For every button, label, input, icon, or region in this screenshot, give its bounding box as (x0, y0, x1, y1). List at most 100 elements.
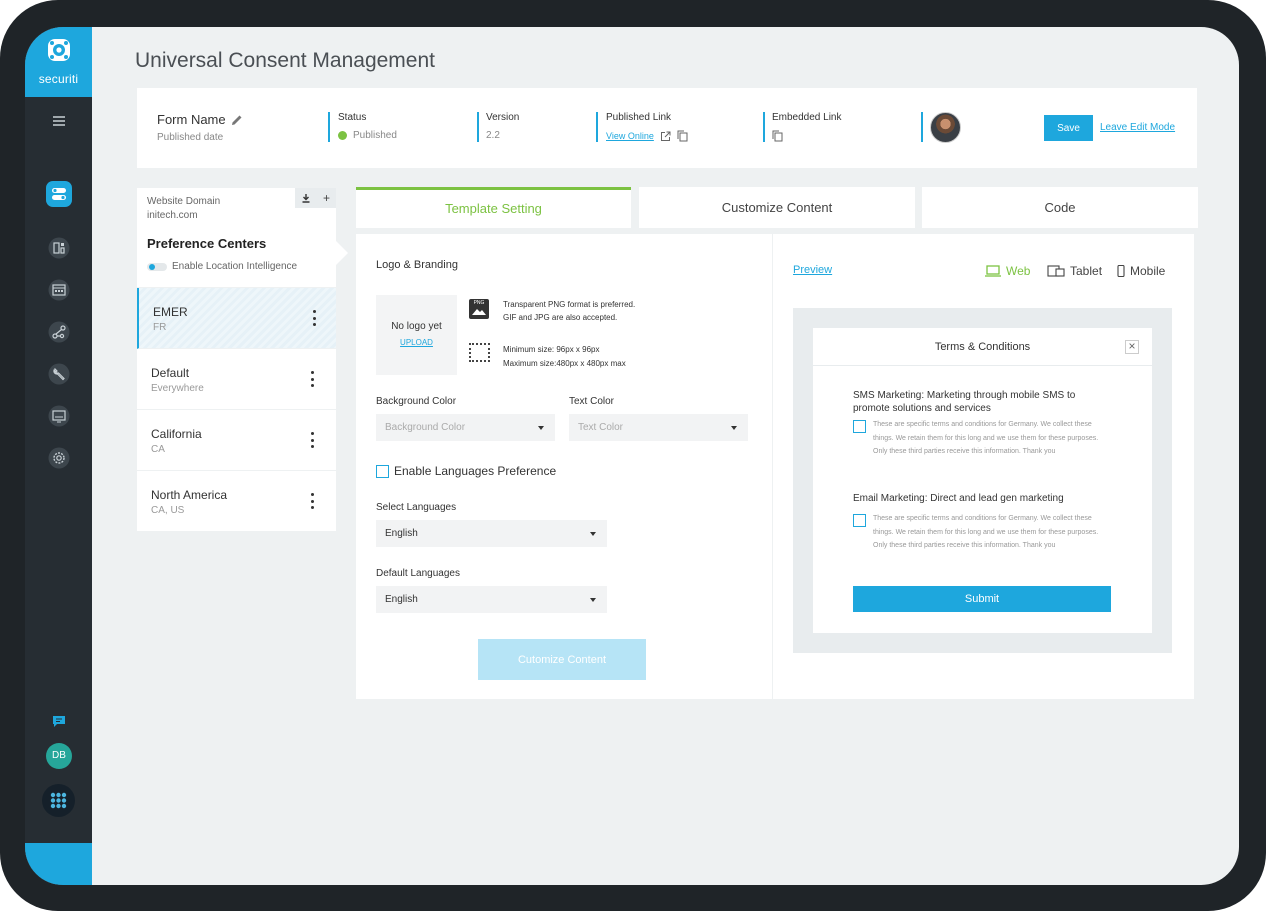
modal-header: Terms & Conditions × (813, 328, 1152, 366)
kebab-menu-icon[interactable] (313, 310, 317, 326)
text-color-select[interactable]: Text Color (569, 414, 748, 441)
toggle-settings-icon[interactable] (46, 181, 72, 207)
text-color-label: Text Color (569, 396, 615, 407)
mobile-icon (1117, 265, 1125, 277)
calendar-grid-icon[interactable] (48, 279, 70, 301)
status-value: Published (353, 130, 397, 141)
background-color-select[interactable]: Background Color (376, 414, 555, 441)
default-languages-select[interactable]: English (376, 586, 607, 613)
customize-content-button[interactable]: Cutomize Content (478, 639, 646, 680)
size-hint-1: Minimum size: 96px x 96px (503, 345, 600, 354)
background-color-label: Background Color (376, 396, 457, 407)
consent-text: These are specific terms and conditions … (873, 515, 1099, 549)
template-settings-panel: Logo & Branding No logo yet UPLOAD PNG T… (356, 234, 1194, 699)
preference-centers-panel: Website Domain initech.com + Preference … (137, 188, 348, 535)
text-color-placeholder: Text Color (578, 422, 624, 433)
device-tablet-label: Tablet (1070, 264, 1103, 278)
device-tablet-option[interactable]: Tablet (1047, 264, 1102, 278)
logo-dropzone[interactable]: No logo yet UPLOAD (376, 295, 457, 375)
sidebar: securiti DB (25, 27, 92, 885)
enable-languages-label: Enable Languages Preference (394, 464, 557, 478)
pencil-icon[interactable] (231, 114, 243, 126)
wrench-icon[interactable] (48, 363, 70, 385)
consent-checkbox[interactable] (853, 420, 866, 433)
crop-size-icon (469, 343, 490, 362)
toggle-knob (149, 264, 155, 270)
embedded-link-group: Embedded Link (772, 112, 842, 142)
website-domain-value: initech.com (147, 210, 198, 221)
monitor-icon[interactable] (48, 405, 70, 427)
tab-customize-content[interactable]: Customize Content (639, 187, 915, 228)
device-web-option[interactable]: Web (985, 264, 1030, 278)
tab-template-setting[interactable]: Template Setting (356, 187, 631, 228)
apps-grid-icon[interactable] (42, 784, 75, 817)
leave-edit-mode-link[interactable]: Leave Edit Mode (1100, 122, 1175, 133)
modal-title: Terms & Conditions (934, 341, 1031, 353)
form-name[interactable]: Form Name (157, 112, 243, 127)
embedded-link-row (772, 130, 842, 142)
kebab-menu-icon[interactable] (311, 493, 315, 509)
preview-link[interactable]: Preview (793, 264, 832, 276)
default-languages-value: English (385, 594, 418, 605)
add-icon[interactable]: + (323, 191, 330, 205)
logo-branding-title: Logo & Branding (376, 259, 458, 271)
list-item-sub: CA (151, 444, 165, 455)
consent-title: Email Marketing: Direct and lead gen mar… (853, 493, 1064, 504)
user-avatar[interactable]: DB (46, 743, 72, 769)
submit-button[interactable]: Submit (853, 586, 1111, 612)
form-name-group: Form Name Published date (157, 112, 243, 143)
size-hint-2: Maximum size:480px x 480px max (503, 359, 626, 368)
tablet-frame: securiti DB Universal Consent Management… (0, 0, 1266, 911)
copy-icon[interactable] (677, 130, 688, 142)
securiti-logo-icon (48, 39, 70, 61)
consent-checkbox[interactable] (853, 514, 866, 527)
menu-icon[interactable] (48, 110, 70, 132)
kebab-menu-icon[interactable] (311, 432, 315, 448)
brand-logo[interactable]: securiti (25, 27, 92, 97)
pointer-arrow (336, 241, 348, 265)
dashboard-icon[interactable] (48, 237, 70, 259)
page-title: Universal Consent Management (135, 49, 435, 72)
published-date: Published date (157, 132, 224, 143)
background-color-placeholder: Background Color (385, 422, 466, 433)
list-item[interactable]: Default Everywhere (137, 349, 336, 410)
consent-text: These are specific terms and conditions … (873, 421, 1099, 455)
status-label: Status (338, 112, 367, 123)
enable-languages-checkbox[interactable] (376, 465, 389, 478)
chevron-down-icon (590, 598, 596, 602)
location-intelligence-toggle[interactable] (147, 263, 167, 271)
select-languages-label: Select Languages (376, 502, 457, 513)
view-online-link[interactable]: View Online (606, 131, 654, 141)
divider (596, 112, 598, 142)
divider (763, 112, 765, 142)
select-languages-select[interactable]: English (376, 520, 607, 547)
no-logo-text: No logo yet (391, 321, 442, 332)
chat-icon[interactable] (48, 710, 70, 732)
website-domain-label: Website Domain (147, 196, 221, 207)
list-item[interactable]: EMER FR (137, 288, 336, 349)
published-link-group: Published Link View Online (606, 112, 688, 142)
tab-code[interactable]: Code (922, 187, 1198, 228)
status-dot-icon (338, 131, 347, 140)
download-icon[interactable] (301, 193, 311, 203)
list-item[interactable]: California CA (137, 410, 336, 471)
divider (477, 112, 479, 142)
list-item-name: EMER (153, 305, 188, 319)
divider (328, 112, 330, 142)
kebab-menu-icon[interactable] (311, 371, 315, 387)
laptop-icon (985, 265, 1001, 277)
status-group: Status Published (338, 112, 397, 141)
list-item-name: California (151, 427, 202, 441)
list-item[interactable]: North America CA, US (137, 471, 336, 532)
copy-icon[interactable] (772, 130, 783, 142)
chevron-down-icon (731, 426, 737, 430)
form-info-bar: Form Name Published date Status Publishe… (137, 88, 1197, 168)
close-icon[interactable]: × (1125, 340, 1139, 354)
upload-link[interactable]: UPLOAD (376, 338, 457, 347)
save-button[interactable]: Save (1044, 115, 1093, 141)
workflow-icon[interactable] (48, 321, 70, 343)
device-mobile-option[interactable]: Mobile (1117, 264, 1165, 278)
external-link-icon[interactable] (660, 131, 671, 142)
gear-icon[interactable] (48, 447, 70, 469)
profile-avatar[interactable] (930, 112, 961, 143)
